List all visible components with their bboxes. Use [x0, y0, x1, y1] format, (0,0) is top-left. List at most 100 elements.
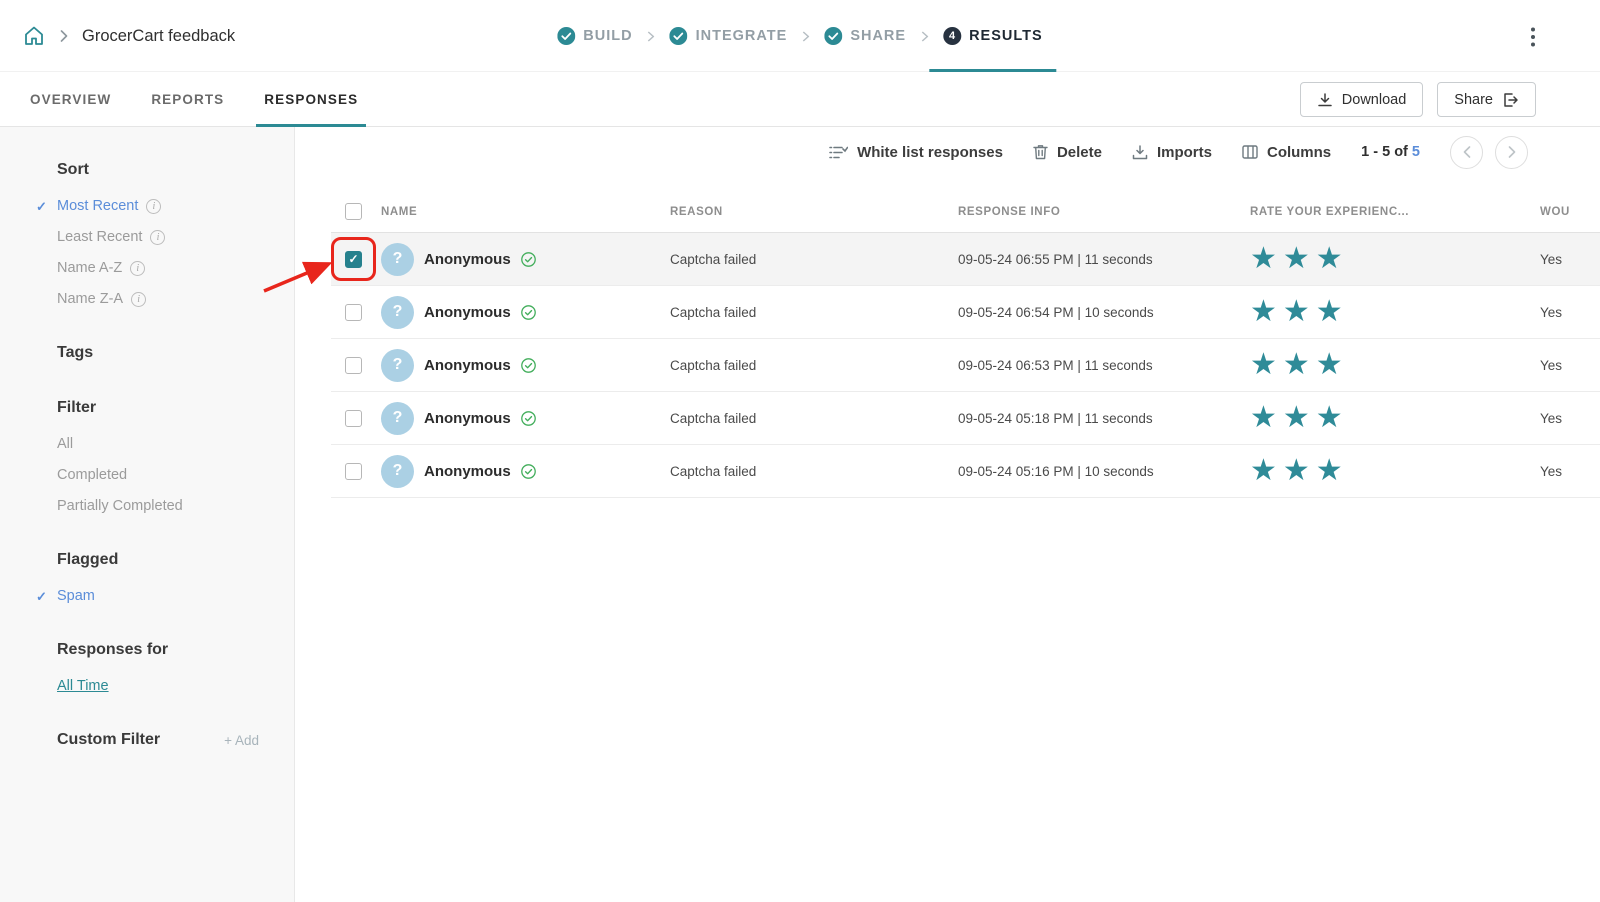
- check-circle-icon: [670, 27, 688, 45]
- verified-icon: [521, 358, 536, 373]
- tab-overview[interactable]: OVERVIEW: [30, 72, 111, 127]
- wou-cell: Yes: [1540, 305, 1600, 320]
- wou-cell: Yes: [1540, 411, 1600, 426]
- response-info-cell: 09-05-24 06:54 PM | 10 seconds: [958, 305, 1250, 320]
- verified-icon: [521, 411, 536, 426]
- pagination-range: 1 - 5 of 5: [1361, 144, 1420, 160]
- custom-filter-add-button[interactable]: + Add: [224, 733, 259, 748]
- row-checkbox[interactable]: [345, 304, 362, 321]
- progress-stepper: BUILD INTEGRATE SHARE 4 RESULTS: [557, 0, 1042, 72]
- table-body: ? Anonymous Captcha failed 09-05-24 06:5…: [331, 233, 1600, 498]
- page-title: GrocerCart feedback: [82, 27, 235, 46]
- flagged-spam[interactable]: ✓ Spam: [57, 588, 259, 604]
- table-row[interactable]: ? Anonymous Captcha failed 09-05-24 06:5…: [331, 286, 1600, 339]
- responses-for-heading: Responses for: [57, 641, 259, 659]
- tab-responses[interactable]: RESPONSES: [264, 72, 358, 127]
- home-icon[interactable]: [22, 24, 46, 48]
- sort-name-az[interactable]: Name A-Z i: [57, 260, 259, 276]
- table-row[interactable]: ? Anonymous Captcha failed 09-05-24 06:5…: [331, 233, 1600, 286]
- more-options-icon[interactable]: [1524, 26, 1542, 48]
- delete-button[interactable]: Delete: [1033, 144, 1102, 161]
- wou-cell: Yes: [1540, 252, 1600, 267]
- filters-sidebar: Sort ✓ Most Recent i Least Recent i Name…: [0, 127, 295, 902]
- column-header-wou[interactable]: WOU: [1540, 206, 1600, 218]
- check-circle-icon: [557, 27, 575, 45]
- respondent-name[interactable]: Anonymous: [424, 410, 511, 427]
- row-checkbox[interactable]: [345, 357, 362, 374]
- download-button[interactable]: Download: [1300, 82, 1424, 117]
- star-rating: ★★★: [1250, 454, 1349, 487]
- step-integrate[interactable]: INTEGRATE: [670, 0, 788, 72]
- response-info-cell: 09-05-24 06:53 PM | 11 seconds: [958, 358, 1250, 373]
- verified-icon: [521, 252, 536, 267]
- import-icon: [1132, 145, 1148, 160]
- response-info-cell: 09-05-24 05:16 PM | 10 seconds: [958, 464, 1250, 479]
- star-rating: ★★★: [1250, 401, 1349, 434]
- star-rating: ★★★: [1250, 348, 1349, 381]
- verified-icon: [521, 305, 536, 320]
- reason-cell: Captcha failed: [670, 305, 958, 320]
- avatar: ?: [381, 455, 414, 488]
- share-button[interactable]: Share: [1437, 82, 1536, 117]
- whitelist-responses-button[interactable]: White list responses: [829, 144, 1003, 161]
- breadcrumb-chevron-icon: [60, 30, 68, 42]
- info-icon[interactable]: i: [130, 261, 145, 276]
- column-header-response-info[interactable]: RESPONSE INFO: [958, 206, 1250, 218]
- columns-button[interactable]: Columns: [1242, 144, 1331, 161]
- select-all-checkbox[interactable]: [345, 203, 362, 220]
- column-header-reason[interactable]: REASON: [670, 206, 958, 218]
- sort-heading: Sort: [57, 161, 259, 179]
- filter-completed[interactable]: Completed: [57, 467, 259, 483]
- chevron-right-icon: [921, 31, 928, 42]
- responses-toolbar: White list responses Delete Imports Colu…: [295, 127, 1600, 191]
- column-header-name[interactable]: NAME: [381, 206, 417, 218]
- table-row[interactable]: ? Anonymous Captcha failed 09-05-24 05:1…: [331, 445, 1600, 498]
- chevron-right-icon: [802, 31, 809, 42]
- wou-cell: Yes: [1540, 358, 1600, 373]
- step-share[interactable]: SHARE: [824, 0, 906, 72]
- row-checkbox[interactable]: [345, 410, 362, 427]
- info-icon[interactable]: i: [131, 292, 146, 307]
- respondent-name[interactable]: Anonymous: [424, 251, 511, 268]
- tags-heading: Tags: [57, 344, 259, 362]
- check-icon: ✓: [36, 199, 47, 215]
- reason-cell: Captcha failed: [670, 252, 958, 267]
- step-build[interactable]: BUILD: [557, 0, 632, 72]
- row-checkbox[interactable]: [345, 251, 362, 268]
- trash-icon: [1033, 144, 1048, 160]
- respondent-name[interactable]: Anonymous: [424, 304, 511, 321]
- info-icon[interactable]: i: [150, 230, 165, 245]
- reason-cell: Captcha failed: [670, 411, 958, 426]
- star-rating: ★★★: [1250, 295, 1349, 328]
- top-bar: GrocerCart feedback BUILD INTEGRATE SHAR…: [0, 0, 1600, 72]
- sort-name-za[interactable]: Name Z-A i: [57, 291, 259, 307]
- table-row[interactable]: ? Anonymous Captcha failed 09-05-24 06:5…: [331, 339, 1600, 392]
- columns-icon: [1242, 145, 1258, 159]
- table-row[interactable]: ? Anonymous Captcha failed 09-05-24 05:1…: [331, 392, 1600, 445]
- respondent-name[interactable]: Anonymous: [424, 463, 511, 480]
- responses-panel: White list responses Delete Imports Colu…: [295, 127, 1600, 902]
- filter-partially-completed[interactable]: Partially Completed: [57, 498, 259, 514]
- sort-least-recent[interactable]: Least Recent i: [57, 229, 259, 245]
- column-header-rate-experience[interactable]: RATE YOUR EXPERIENC...: [1250, 206, 1540, 218]
- imports-button[interactable]: Imports: [1132, 144, 1212, 161]
- response-info-cell: 09-05-24 06:55 PM | 11 seconds: [958, 252, 1250, 267]
- filter-all[interactable]: All: [57, 436, 259, 452]
- info-icon[interactable]: i: [146, 199, 161, 214]
- breadcrumb: GrocerCart feedback: [22, 0, 235, 72]
- responses-table: NAME REASON RESPONSE INFO RATE YOUR EXPE…: [331, 191, 1600, 498]
- step-results[interactable]: 4 RESULTS: [943, 0, 1043, 72]
- whitelist-icon: [829, 145, 848, 160]
- sort-most-recent[interactable]: ✓ Most Recent i: [57, 198, 259, 214]
- filter-heading: Filter: [57, 399, 259, 417]
- responses-for-all-time[interactable]: All Time: [57, 678, 259, 694]
- star-rating: ★★★: [1250, 242, 1349, 275]
- pagination-total: 5: [1412, 144, 1420, 160]
- download-icon: [1317, 92, 1333, 108]
- row-checkbox[interactable]: [345, 463, 362, 480]
- tab-reports[interactable]: REPORTS: [151, 72, 224, 127]
- next-page-button[interactable]: [1495, 136, 1528, 169]
- respondent-name[interactable]: Anonymous: [424, 357, 511, 374]
- chevron-right-icon: [648, 31, 655, 42]
- previous-page-button[interactable]: [1450, 136, 1483, 169]
